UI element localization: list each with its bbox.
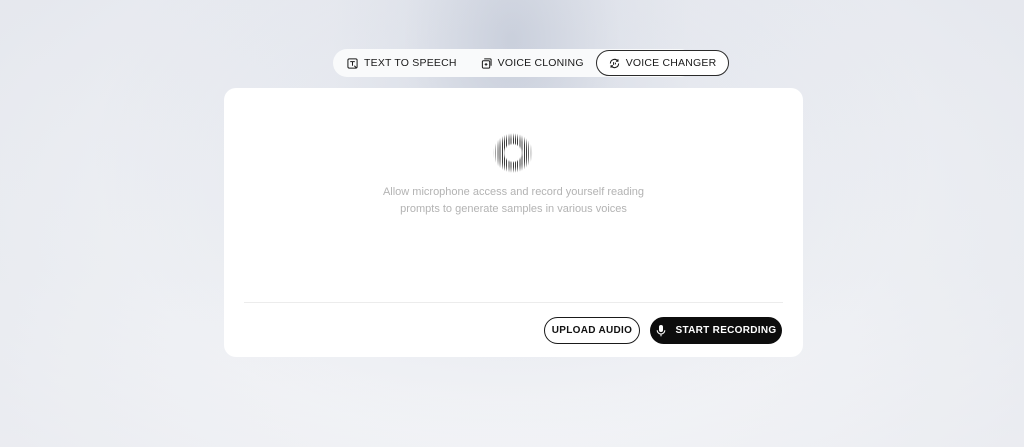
voice-changer-panel: Allow microphone access and record yours… xyxy=(224,88,803,357)
tab-voice-changer-label: VOICE CHANGER xyxy=(625,57,717,69)
tab-voice-cloning-label: VOICE CLONING xyxy=(497,57,584,69)
microphone-icon xyxy=(656,324,666,337)
instructions-text: Allow microphone access and record yours… xyxy=(382,186,645,215)
voice-cloning-icon xyxy=(481,57,492,69)
text-to-speech-icon xyxy=(347,57,358,69)
start-recording-label: START RECORDING xyxy=(675,325,777,336)
audio-orb-icon xyxy=(493,133,533,173)
tab-text-to-speech[interactable]: TEXT TO SPEECH xyxy=(335,50,469,76)
panel-divider xyxy=(244,302,783,303)
tab-voice-changer[interactable]: VOICE CHANGER xyxy=(595,50,730,76)
mode-tab-bar: TEXT TO SPEECH VOICE CLONING VOICE CHANG… xyxy=(333,49,730,77)
voice-changer-icon xyxy=(609,58,620,69)
tab-voice-cloning[interactable]: VOICE CLONING xyxy=(469,50,596,76)
tab-text-to-speech-label: TEXT TO SPEECH xyxy=(364,57,457,69)
start-recording-button[interactable]: START RECORDING xyxy=(650,317,782,344)
upload-audio-button[interactable]: UPLOAD AUDIO xyxy=(544,317,640,344)
